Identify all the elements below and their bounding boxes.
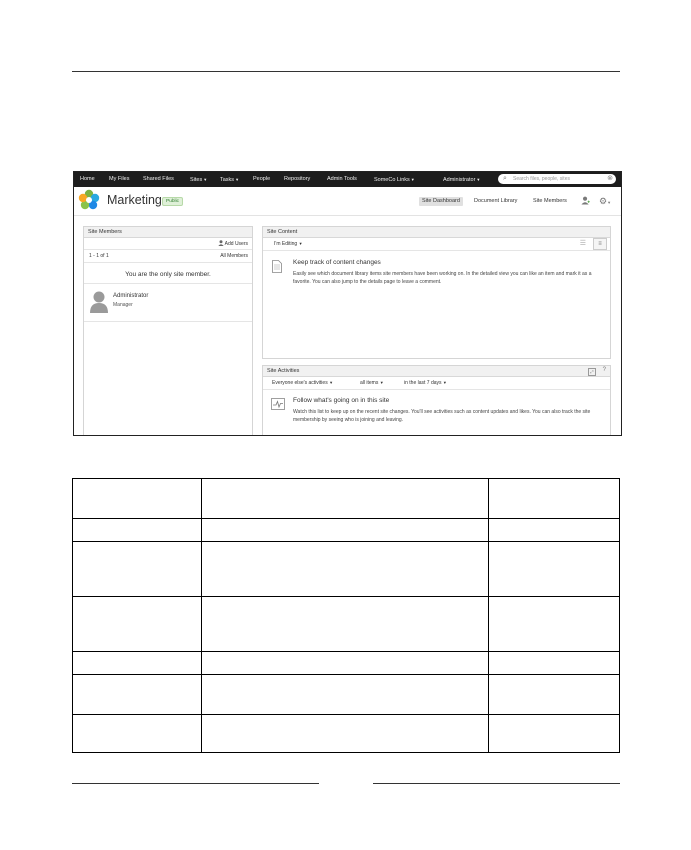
all-members-link[interactable]: All Members <box>220 253 248 259</box>
search-icon[interactable]: ⌕ <box>503 175 507 183</box>
top-navigation-bar: Home My Files Shared Files Sites▼ Tasks▼… <box>74 172 621 187</box>
activities-body: Watch this list to keep up on the recent… <box>293 409 591 423</box>
table-cell <box>72 541 202 597</box>
nav-someco-links[interactable]: SomeCo Links▼ <box>374 172 415 187</box>
share-screenshot: Home My Files Shared Files Sites▼ Tasks▼… <box>73 171 622 436</box>
table-cell <box>488 651 620 675</box>
avatar <box>90 291 108 313</box>
nav-tasks[interactable]: Tasks▼ <box>220 172 239 187</box>
chevron-down-icon: ▼ <box>476 177 481 182</box>
dashlet-title: Site Content <box>263 227 610 238</box>
nav-sites[interactable]: Sites▼ <box>190 172 207 187</box>
table-cell <box>201 518 489 542</box>
user-menu[interactable]: Administrator▼ <box>443 172 480 187</box>
table-cell <box>488 541 620 597</box>
table-cell <box>201 714 489 753</box>
footer-rule-left <box>72 783 319 784</box>
dashlet-title: Site Activities <box>263 366 610 377</box>
detailed-view-icon[interactable]: ≡ <box>593 238 607 250</box>
tab-site-members[interactable]: Site Members <box>533 197 567 206</box>
table-cell <box>201 478 489 519</box>
clear-search-icon[interactable]: ⊗ <box>607 174 613 184</box>
member-role: Manager <box>113 302 133 308</box>
activity-icon <box>271 398 285 410</box>
alfresco-logo-icon <box>78 189 100 210</box>
nav-people[interactable]: People <box>253 172 270 187</box>
table-cell <box>201 651 489 675</box>
help-icon[interactable]: ? <box>603 367 606 373</box>
activities-heading: Follow what's going on in this site <box>293 397 390 404</box>
table-row <box>72 714 620 753</box>
join-site-icon[interactable] <box>581 196 590 208</box>
tab-site-dashboard[interactable]: Site Dashboard <box>419 197 463 206</box>
table-row <box>72 596 620 652</box>
activity-who-filter[interactable]: Everyone else's activities ▼ <box>272 380 333 386</box>
chevron-down-icon: ▼ <box>410 177 415 182</box>
nav-home[interactable]: Home <box>80 172 95 187</box>
content-filter-dropdown[interactable]: I'm Editing ▼ <box>274 241 303 247</box>
gear-icon[interactable]: ⚙▼ <box>599 196 611 208</box>
table-cell <box>72 674 202 715</box>
nav-my-files[interactable]: My Files <box>109 172 129 187</box>
table-row <box>72 651 620 675</box>
add-users-link[interactable]: Add Users <box>217 240 248 247</box>
chevron-down-icon: ▼ <box>235 177 240 182</box>
table-cell <box>488 596 620 652</box>
visibility-badge: Public <box>162 197 184 206</box>
rss-feed-icon[interactable]: ⤢ <box>588 368 596 376</box>
site-header: Marketing Public Site Dashboard Document… <box>74 187 621 216</box>
table-cell <box>201 541 489 597</box>
site-title: Marketing <box>107 193 162 207</box>
search-box: ⌕ ⊗ <box>498 174 616 184</box>
content-body: Easily see which document library items … <box>293 271 592 285</box>
table-cell <box>72 596 202 652</box>
activity-when-filter[interactable]: in the last 7 days ▼ <box>404 380 447 386</box>
table-cell <box>201 596 489 652</box>
footer-rule-right <box>373 783 620 784</box>
table-row <box>72 674 620 715</box>
chevron-down-icon: ▼ <box>203 177 208 182</box>
table-cell <box>72 651 202 675</box>
site-members-dashlet: Site Members Add Users 1 - 1 of 1 All Me… <box>83 226 253 435</box>
site-activities-dashlet: Site Activities ⤢ ? Everyone else's acti… <box>262 365 611 435</box>
document-icon <box>272 260 282 273</box>
search-input[interactable] <box>513 175 601 183</box>
table-cell <box>488 714 620 753</box>
table-row <box>72 478 620 519</box>
member-count: 1 - 1 of 1 <box>89 253 109 259</box>
empty-table <box>72 478 620 753</box>
table-cell <box>488 478 620 519</box>
nav-repository[interactable]: Repository <box>284 172 310 187</box>
nav-shared-files[interactable]: Shared Files <box>143 172 174 187</box>
table-cell <box>488 518 620 542</box>
table-cell <box>72 518 202 542</box>
dashlet-title: Site Members <box>84 227 252 238</box>
table-cell <box>488 674 620 715</box>
table-row <box>72 518 620 542</box>
user-icon <box>217 240 224 246</box>
member-list-item[interactable]: Administrator Manager <box>84 284 252 322</box>
table-row <box>72 541 620 597</box>
site-content-dashlet: Site Content I'm Editing ▼ ☰ ≡ Keep trac… <box>262 226 611 359</box>
tab-document-library[interactable]: Document Library <box>474 197 517 206</box>
table-cell <box>72 714 202 753</box>
only-member-message: You are the only site member. <box>125 271 211 278</box>
top-rule <box>72 71 620 72</box>
table-cell <box>201 674 489 715</box>
table-cell <box>72 478 202 519</box>
simple-view-icon[interactable]: ☰ <box>580 239 586 247</box>
nav-admin-tools[interactable]: Admin Tools <box>327 172 357 187</box>
activity-what-filter[interactable]: all items ▼ <box>360 380 384 386</box>
content-heading: Keep track of content changes <box>293 259 381 266</box>
member-name[interactable]: Administrator <box>113 293 148 299</box>
